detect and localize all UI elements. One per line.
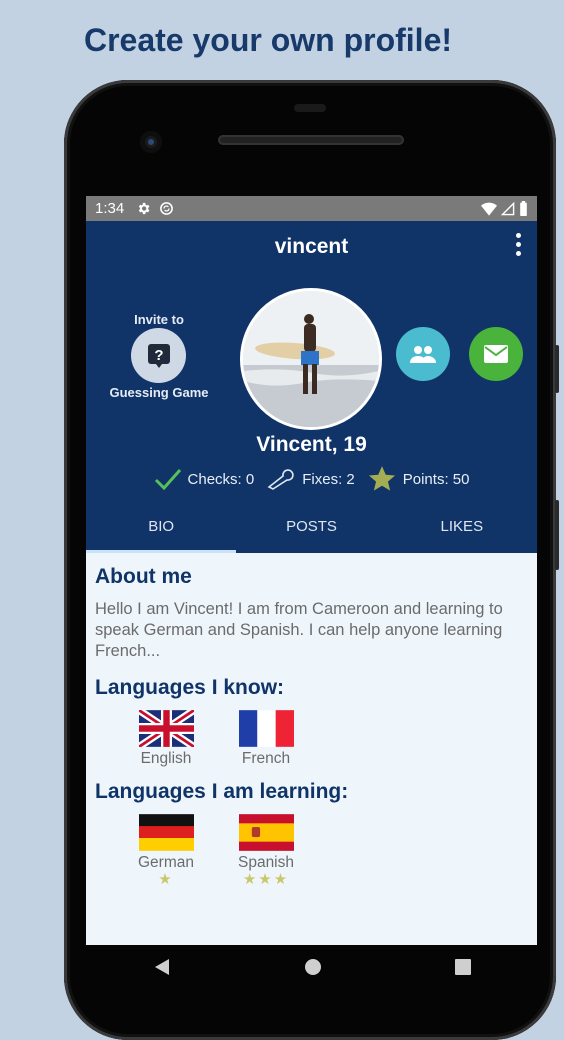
message-button[interactable]: [469, 327, 523, 381]
signal-icon: [501, 201, 515, 215]
mail-icon: [484, 345, 508, 363]
avatar[interactable]: [240, 288, 382, 430]
people-icon: [410, 346, 436, 363]
overflow-menu-icon[interactable]: [513, 233, 523, 261]
front-camera: [140, 131, 162, 153]
app-screen: 1:34 vincent Invite to ? Guessing Game V…: [86, 196, 537, 945]
proficiency-stars: ★★★: [242, 871, 290, 888]
checks-stat: Checks: 0: [154, 468, 255, 490]
france-flag-icon: [238, 710, 294, 747]
about-text: Hello I am Vincent! I am from Cameroon a…: [95, 600, 503, 660]
sync-status-icon: [159, 201, 174, 216]
germany-flag-icon: [138, 814, 194, 851]
languages-learning-list: German ★ Spanish ★★★: [95, 814, 528, 888]
back-icon[interactable]: [153, 958, 171, 976]
language-name: German: [138, 854, 194, 871]
profile-tabs: BIO POSTS LIKES: [86, 503, 537, 553]
wifi-icon: [481, 202, 497, 216]
language-name: Spanish: [237, 854, 294, 871]
invite-label-bottom: Guessing Game: [109, 385, 209, 400]
proficiency-stars: ★: [158, 871, 174, 888]
profile-stats: Checks: 0 Fixes: 2 Points: 50: [86, 465, 537, 493]
languages-known-list: English French: [95, 710, 528, 768]
android-nav-bar: [86, 946, 537, 987]
invite-game-button[interactable]: ?: [131, 328, 186, 383]
language-name: French: [241, 750, 291, 767]
language-item: German ★: [116, 814, 216, 888]
surfer-photo: [243, 291, 379, 427]
wrench-icon: [267, 469, 294, 490]
fixes-label: Fixes: 2: [302, 470, 355, 488]
svg-text:?: ?: [154, 347, 163, 364]
volume-button: [555, 500, 559, 570]
status-time: 1:34: [95, 200, 125, 217]
tab-posts[interactable]: POSTS: [236, 503, 386, 553]
invite-label-top: Invite to: [134, 312, 184, 327]
languages-learning-title: Languages I am learning:: [95, 780, 349, 803]
status-right-icons: [481, 201, 528, 216]
recents-icon[interactable]: [454, 958, 471, 975]
uk-flag-icon: [138, 710, 194, 747]
sensor-slot: [294, 104, 326, 112]
profile-header: vincent Invite to ? Guessing Game Vincen…: [86, 221, 537, 553]
languages-known-title: Languages I know:: [95, 676, 285, 699]
tab-likes[interactable]: LIKES: [387, 503, 537, 553]
language-item: Spanish ★★★: [216, 814, 316, 888]
points-label: Points: 50: [402, 470, 470, 488]
friends-button[interactable]: [396, 327, 450, 381]
tab-bio[interactable]: BIO: [86, 503, 237, 553]
fixes-stat: Fixes: 2: [266, 468, 355, 490]
profile-name: Vincent, 19: [256, 433, 367, 456]
headline: Create your own profile!: [83, 22, 453, 58]
language-item: English: [116, 710, 216, 768]
checks-label: Checks: 0: [187, 470, 255, 488]
app-bar-title: vincent: [274, 235, 349, 258]
star-icon: [368, 466, 395, 491]
home-icon[interactable]: [304, 958, 322, 976]
status-bar: 1:34: [86, 196, 537, 221]
language-name: English: [140, 750, 192, 767]
language-item: French: [216, 710, 316, 768]
bio-content: About me Hello I am Vincent! I am from C…: [86, 553, 537, 888]
battery-icon: [520, 201, 527, 216]
power-button: [555, 345, 559, 393]
earpiece-speaker: [218, 135, 404, 145]
check-icon: [154, 469, 181, 490]
spain-flag-icon: [238, 814, 294, 851]
settings-status-icon: [136, 201, 151, 216]
question-bubble-icon: ?: [147, 343, 170, 368]
about-title: About me: [95, 565, 192, 588]
points-stat: Points: 50: [367, 465, 470, 493]
